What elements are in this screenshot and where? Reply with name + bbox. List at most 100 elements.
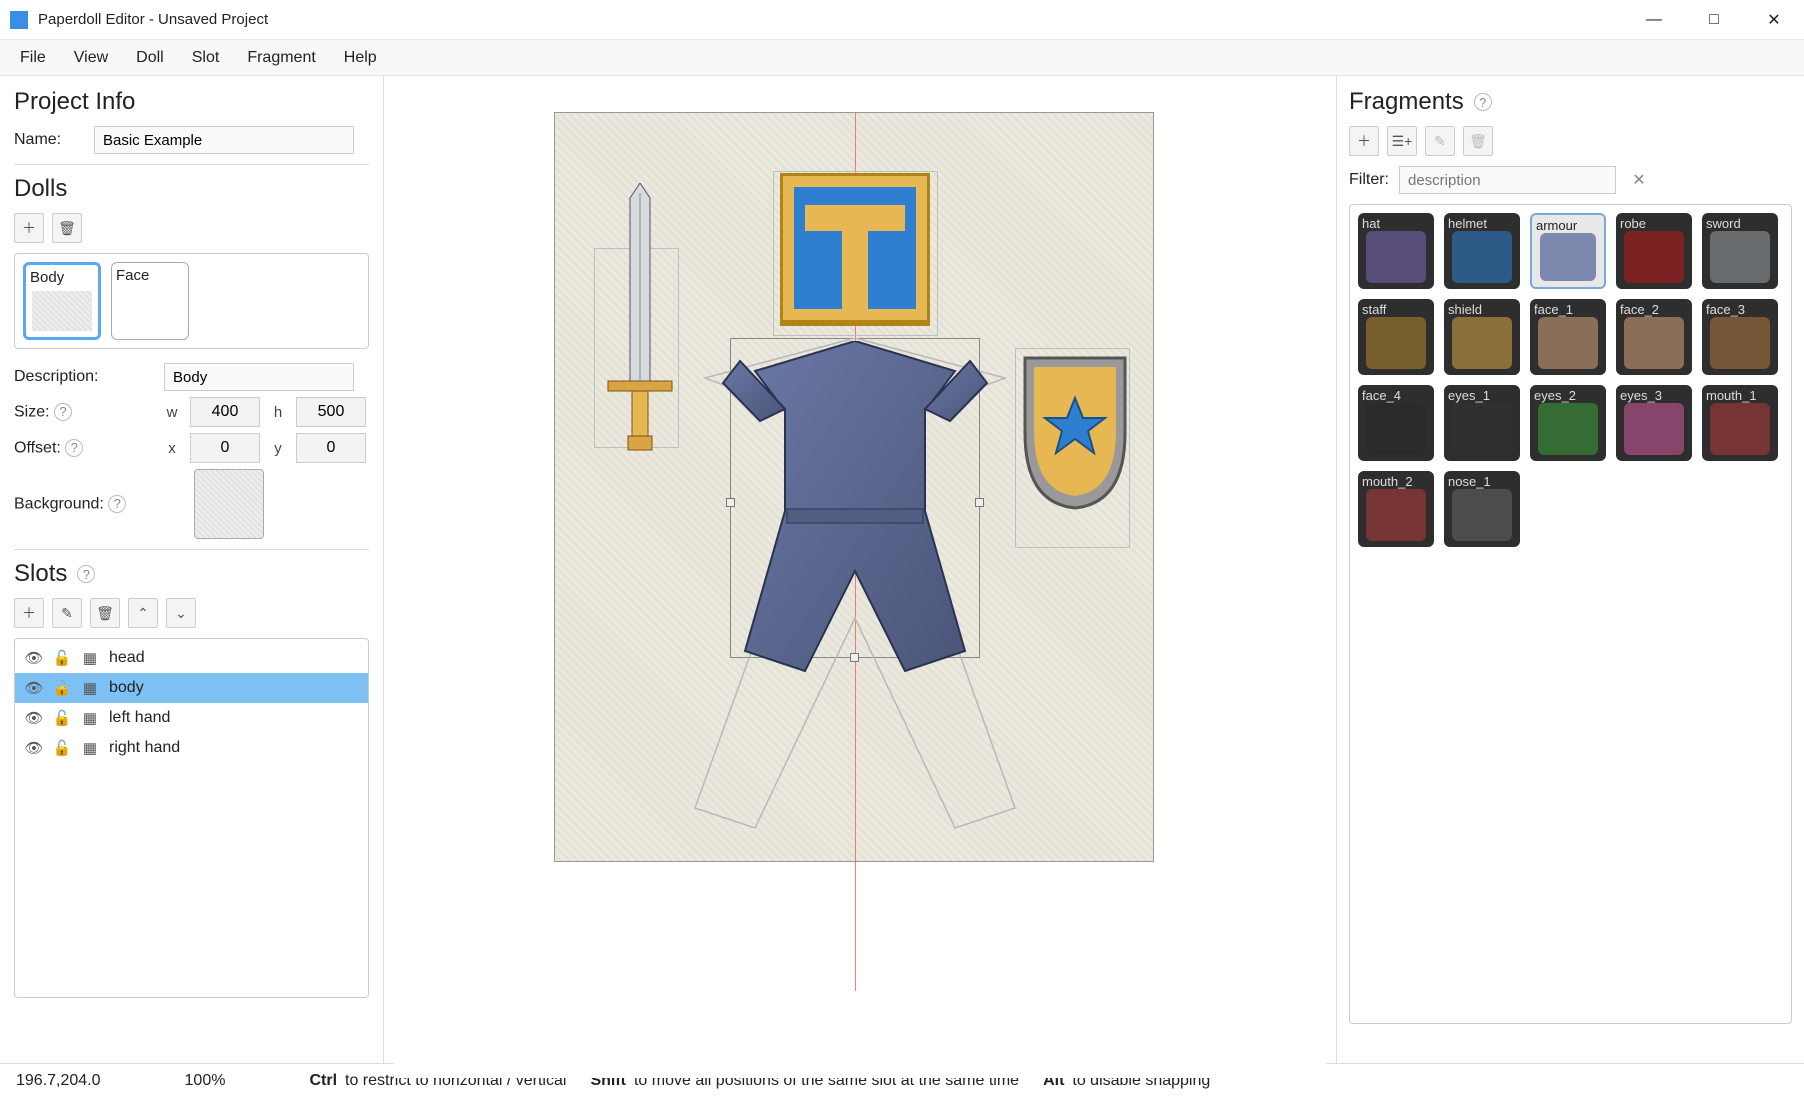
left-panel: Project Info Name: Dolls ＋ 🗑 Body Face D… — [0, 76, 384, 1063]
grid-icon[interactable]: ▦ — [81, 649, 99, 667]
chevron-down-icon: ⌄ — [175, 605, 187, 622]
lock-icon[interactable]: 🔓 — [53, 679, 71, 697]
delete-slot-button[interactable]: 🗑 — [90, 598, 120, 628]
help-icon[interactable]: ? — [54, 403, 72, 421]
doll-tile-body[interactable]: Body — [23, 262, 101, 340]
lock-icon[interactable]: 🔓 — [53, 739, 71, 757]
offset-x-input[interactable] — [190, 433, 260, 463]
slot-row[interactable]: 👁 🔓 ▦ body — [15, 673, 368, 703]
fragment-tile-label: sword — [1706, 216, 1774, 231]
minimize-button[interactable]: — — [1624, 0, 1684, 40]
fragment-tile-nose_1[interactable]: nose_1 — [1444, 471, 1520, 547]
add-fragment-button[interactable]: ＋ — [1349, 126, 1379, 156]
fragment-tile-robe[interactable]: robe — [1616, 213, 1692, 289]
fragment-thumb — [1710, 317, 1770, 369]
fragment-tile-eyes_3[interactable]: eyes_3 — [1616, 385, 1692, 461]
slot-row[interactable]: 👁 🔓 ▦ left hand — [15, 703, 368, 733]
eye-icon[interactable]: 👁 — [25, 679, 43, 697]
offset-y-input[interactable] — [296, 433, 366, 463]
fragment-thumb — [1452, 403, 1512, 455]
dolls-list: Body Face — [14, 253, 369, 349]
add-slot-button[interactable]: ＋ — [14, 598, 44, 628]
filter-label: Filter: — [1349, 171, 1389, 189]
fragment-tile-shield[interactable]: shield — [1444, 299, 1520, 375]
slot-name: right hand — [109, 739, 180, 757]
edit-slot-button[interactable]: ✎ — [52, 598, 82, 628]
window-controls: — □ ✕ — [1624, 0, 1804, 40]
edit-fragment-button[interactable]: ✎ — [1425, 126, 1455, 156]
fragment-tile-eyes_1[interactable]: eyes_1 — [1444, 385, 1520, 461]
menu-file[interactable]: File — [6, 43, 60, 73]
trash-icon: 🗑 — [1469, 133, 1487, 150]
project-name-label: Name: — [14, 131, 84, 149]
fragment-helmet[interactable] — [780, 173, 930, 328]
menu-help[interactable]: Help — [330, 43, 391, 73]
fragment-tile-armour[interactable]: armour — [1530, 213, 1606, 289]
fragment-tile-mouth_1[interactable]: mouth_1 — [1702, 385, 1778, 461]
help-icon[interactable]: ? — [65, 439, 83, 457]
fragment-thumb — [1366, 403, 1426, 455]
plus-icon: ＋ — [1357, 131, 1371, 151]
fragment-thumb — [1624, 403, 1684, 455]
fragment-tile-label: helmet — [1448, 216, 1516, 231]
delete-doll-button[interactable]: 🗑 — [52, 213, 82, 243]
menu-view[interactable]: View — [60, 43, 122, 73]
help-icon[interactable]: ? — [77, 565, 95, 583]
doll-canvas[interactable] — [554, 112, 1154, 862]
menu-fragment[interactable]: Fragment — [233, 43, 329, 73]
size-w-input[interactable] — [190, 397, 260, 427]
slot-row[interactable]: 👁 🔓 ▦ right hand — [15, 733, 368, 763]
add-doll-button[interactable]: ＋ — [14, 213, 44, 243]
grid-icon[interactable]: ▦ — [81, 679, 99, 697]
clear-filter-button[interactable]: ✕ — [1626, 167, 1652, 193]
slots-list: 👁 🔓 ▦ head 👁 🔓 ▦ body 👁 🔓 ▦ left hand 👁 … — [14, 638, 369, 998]
fragment-tile-face_3[interactable]: face_3 — [1702, 299, 1778, 375]
fragment-tile-label: face_4 — [1362, 388, 1430, 403]
menubar: File View Doll Slot Fragment Help — [0, 40, 1804, 76]
delete-fragment-button[interactable]: 🗑 — [1463, 126, 1493, 156]
move-slot-down-button[interactable]: ⌄ — [166, 598, 196, 628]
fragment-shield[interactable] — [1020, 353, 1130, 513]
fragment-tile-mouth_2[interactable]: mouth_2 — [1358, 471, 1434, 547]
fragment-tile-label: face_3 — [1706, 302, 1774, 317]
lock-icon[interactable]: 🔓 — [53, 649, 71, 667]
pencil-icon: ✎ — [61, 605, 73, 622]
fragment-tile-hat[interactable]: hat — [1358, 213, 1434, 289]
fragments-heading: Fragments ? — [1349, 88, 1792, 116]
move-slot-up-button[interactable]: ⌃ — [128, 598, 158, 628]
fragment-tile-face_1[interactable]: face_1 — [1530, 299, 1606, 375]
eye-icon[interactable]: 👁 — [25, 649, 43, 667]
description-input[interactable] — [164, 363, 354, 391]
doll-tile-face[interactable]: Face — [111, 262, 189, 340]
grid-icon[interactable]: ▦ — [81, 739, 99, 757]
fragment-tile-eyes_2[interactable]: eyes_2 — [1530, 385, 1606, 461]
menu-slot[interactable]: Slot — [178, 43, 234, 73]
eye-icon[interactable]: 👁 — [25, 709, 43, 727]
project-info-heading: Project Info — [14, 88, 369, 116]
fragment-tile-sword[interactable]: sword — [1702, 213, 1778, 289]
fragment-tile-staff[interactable]: staff — [1358, 299, 1434, 375]
fragment-tile-helmet[interactable]: helmet — [1444, 213, 1520, 289]
fragment-tile-face_2[interactable]: face_2 — [1616, 299, 1692, 375]
close-button[interactable]: ✕ — [1744, 0, 1804, 40]
slot-row[interactable]: 👁 🔓 ▦ head — [15, 643, 368, 673]
filter-input[interactable] — [1399, 166, 1616, 194]
help-icon[interactable]: ? — [1474, 93, 1492, 111]
background-swatch[interactable] — [194, 469, 264, 539]
fragment-armour[interactable] — [715, 341, 995, 681]
grid-icon[interactable]: ▦ — [81, 709, 99, 727]
help-icon[interactable]: ? — [108, 495, 126, 513]
project-name-input[interactable] — [94, 126, 354, 154]
fragment-sword[interactable] — [600, 183, 680, 463]
eye-icon[interactable]: 👁 — [25, 739, 43, 757]
lock-icon[interactable]: 🔓 — [53, 709, 71, 727]
add-multi-fragment-button[interactable]: ☰+ — [1387, 126, 1417, 156]
menu-doll[interactable]: Doll — [122, 43, 178, 73]
fragment-tile-face_4[interactable]: face_4 — [1358, 385, 1434, 461]
canvas[interactable] — [394, 94, 1326, 1078]
maximize-button[interactable]: □ — [1684, 0, 1744, 40]
pencil-icon: ✎ — [1434, 133, 1446, 150]
fragments-grid: hathelmetarmourrobeswordstaffshieldface_… — [1358, 213, 1783, 547]
size-h-input[interactable] — [296, 397, 366, 427]
fragment-tile-label: eyes_2 — [1534, 388, 1602, 403]
